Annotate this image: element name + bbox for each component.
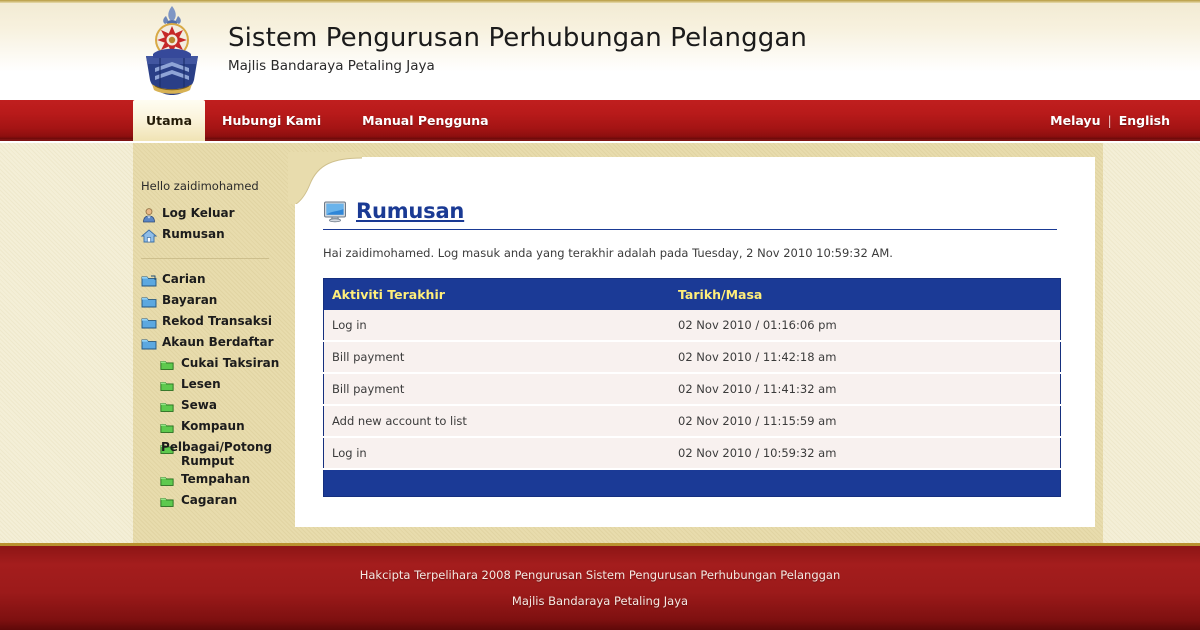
sidebar-subitem-pelbagai-potong-rumput-label: Pelbagai/Potong Rumput — [161, 440, 273, 468]
sidebar: Hello zaidimohamed Log Keluar Rumusan Ca… — [133, 143, 288, 543]
sidebar-subitem-tempahan-label: Tempahan — [181, 472, 251, 486]
table-row: Log in 02 Nov 2010 / 10:59:32 am — [323, 437, 1061, 470]
cell-activity: Log in — [323, 437, 669, 470]
site-subtitle: Majlis Bandaraya Petaling Jaya — [228, 58, 435, 74]
sidebar-subitem-sewa-label: Sewa — [181, 398, 217, 412]
lang-melayu[interactable]: Melayu — [1050, 113, 1100, 128]
cell-activity: Bill payment — [323, 373, 669, 406]
sidebar-item-akaun-berdaftar-label: Akaun Berdaftar — [162, 335, 274, 349]
sidebar-item-log-keluar-label: Log Keluar — [162, 206, 235, 220]
content-inner: Rumusan Hai zaidimohamed. Log masuk anda… — [295, 157, 1095, 527]
nav-item-hubungi-kami[interactable]: Hubungi Kami — [222, 113, 321, 128]
cell-datetime: 02 Nov 2010 / 11:42:18 am — [668, 341, 1061, 374]
column-header-tarikh-masa: Tarikh/Masa — [668, 278, 1061, 310]
sidebar-subitem-kompaun-label: Kompaun — [181, 419, 245, 433]
sidebar-subitem-lesen[interactable]: Lesen — [138, 377, 288, 394]
site-footer: Hakcipta Terpelihara 2008 Pengurusan Sis… — [0, 543, 1200, 630]
sidebar-item-rumusan[interactable]: Rumusan — [138, 227, 288, 244]
cell-datetime: 02 Nov 2010 / 10:59:32 am — [668, 437, 1061, 470]
sidebar-subitem-sewa[interactable]: Sewa — [138, 398, 288, 415]
tab-utama-label: Utama — [145, 113, 193, 128]
blue-folder-icon — [141, 294, 157, 310]
content-panel: Rumusan Hai zaidimohamed. Log masuk anda… — [295, 157, 1095, 527]
cell-datetime: 02 Nov 2010 / 11:15:59 am — [668, 405, 1061, 438]
monitor-icon — [323, 199, 347, 223]
cell-datetime: 02 Nov 2010 / 01:16:06 pm — [668, 310, 1061, 342]
nav-item-manual-pengguna[interactable]: Manual Pengguna — [362, 113, 488, 128]
sidebar-item-log-keluar[interactable]: Log Keluar — [138, 206, 288, 223]
panel-title-rule — [323, 229, 1057, 230]
sidebar-item-carian-label: Carian — [162, 272, 206, 286]
site-header: Sistem Pengurusan Perhubungan Pelanggan … — [0, 0, 1200, 100]
lang-separator: | — [1107, 113, 1112, 128]
sidebar-subitem-tempahan[interactable]: Tempahan — [138, 472, 288, 489]
sidebar-item-bayaran-label: Bayaran — [162, 293, 218, 307]
sidebar-item-bayaran[interactable]: Bayaran — [138, 293, 288, 310]
table-row: Add new account to list 02 Nov 2010 / 11… — [323, 405, 1061, 438]
blue-folder-icon — [141, 336, 157, 352]
table-header-row: Aktiviti Terakhir Tarikh/Masa — [323, 278, 1061, 310]
cell-activity: Log in — [323, 310, 669, 342]
green-folder-icon — [160, 399, 176, 415]
green-folder-icon — [160, 378, 176, 394]
sidebar-item-rumusan-label: Rumusan — [162, 227, 225, 241]
mbpj-coat-of-arms-icon — [133, 2, 211, 98]
panel-heading: Rumusan — [323, 199, 1057, 223]
sidebar-subitem-cagaran-label: Cagaran — [181, 493, 238, 507]
user-icon — [141, 207, 157, 223]
site-title-block: Sistem Pengurusan Perhubungan Pelanggan … — [228, 22, 807, 76]
column-header-aktiviti-terakhir: Aktiviti Terakhir — [323, 278, 669, 310]
footer-org: Majlis Bandaraya Petaling Jaya — [511, 594, 689, 608]
panel-title: Rumusan — [356, 199, 465, 223]
home-icon — [140, 228, 158, 244]
green-folder-icon — [160, 420, 176, 436]
cell-datetime: 02 Nov 2010 / 11:41:32 am — [668, 373, 1061, 406]
sidebar-subitem-cukai-taksiran[interactable]: Cukai Taksiran — [138, 356, 288, 373]
green-folder-icon — [160, 357, 176, 373]
green-folder-icon — [160, 473, 176, 489]
activity-table-head: Aktiviti Terakhir Tarikh/Masa — [323, 278, 1061, 310]
tab-utama[interactable]: Utama — [133, 100, 205, 141]
content-greeting: Hai zaidimohamed. Log masuk anda yang te… — [323, 246, 893, 260]
page-title: Sistem Pengurusan Perhubungan Pelanggan — [228, 23, 807, 53]
table-row: Log in 02 Nov 2010 / 01:16:06 pm — [323, 310, 1061, 342]
activity-table-body: Log in 02 Nov 2010 / 01:16:06 pm Bill pa… — [323, 310, 1061, 470]
table-footer-row — [323, 469, 1061, 496]
blue-folder-icon — [141, 273, 157, 289]
sidebar-item-akaun-berdaftar[interactable]: Akaun Berdaftar — [138, 335, 288, 352]
sidebar-subitem-cukai-taksiran-label: Cukai Taksiran — [181, 356, 280, 370]
sidebar-subitem-lesen-label: Lesen — [181, 377, 221, 391]
lang-english[interactable]: English — [1119, 113, 1170, 128]
table-row: Bill payment 02 Nov 2010 / 11:42:18 am — [323, 341, 1061, 374]
language-switcher: Melayu | English — [1050, 100, 1170, 141]
blue-folder-icon — [141, 315, 157, 331]
sidebar-divider — [141, 258, 269, 259]
sidebar-subitem-kompaun[interactable]: Kompaun — [138, 419, 288, 436]
table-footer-bar — [323, 469, 1061, 496]
activity-table: Aktiviti Terakhir Tarikh/Masa Log in 02 … — [323, 278, 1061, 497]
cell-activity: Bill payment — [323, 341, 669, 374]
sidebar-greeting: Hello zaidimohamed — [141, 179, 259, 193]
page-root: Sistem Pengurusan Perhubungan Pelanggan … — [0, 0, 1200, 630]
sidebar-item-carian[interactable]: Carian — [138, 272, 288, 289]
sidebar-subitem-cagaran[interactable]: Cagaran — [138, 493, 288, 510]
footer-copyright: Hakcipta Terpelihara 2008 Pengurusan Sis… — [359, 568, 841, 582]
sidebar-item-rekod-transaksi-label: Rekod Transaksi — [162, 314, 272, 328]
cell-activity: Add new account to list — [323, 405, 669, 438]
green-folder-icon — [160, 494, 176, 510]
table-row: Bill payment 02 Nov 2010 / 11:41:32 am — [323, 373, 1061, 406]
sidebar-item-rekod-transaksi[interactable]: Rekod Transaksi — [138, 314, 288, 331]
sidebar-subitem-pelbagai-potong-rumput[interactable]: Pelbagai/Potong Rumput — [138, 440, 288, 468]
activity-table-foot — [323, 469, 1061, 496]
nav-links: Hubungi Kami Manual Pengguna — [222, 100, 489, 141]
